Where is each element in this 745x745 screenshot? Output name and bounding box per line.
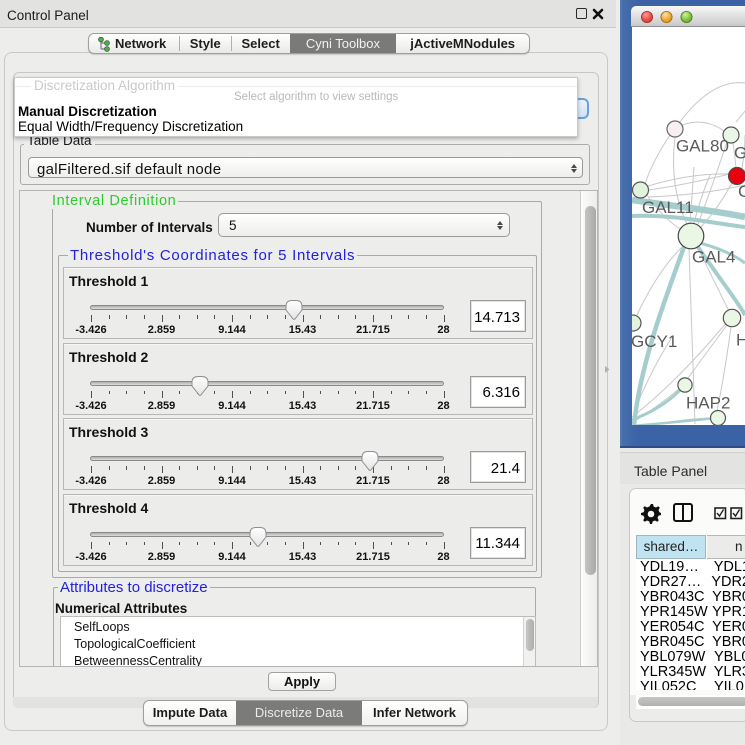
svg-text:GAL11: GAL11 xyxy=(642,198,694,217)
svg-text:GAL4: GAL4 xyxy=(692,248,735,267)
svg-text:C: C xyxy=(738,182,745,201)
svg-text:GA: GA xyxy=(734,144,745,163)
svg-text:GAL80: GAL80 xyxy=(676,137,729,156)
svg-text:GCY1: GCY1 xyxy=(632,332,677,351)
svg-text:H: H xyxy=(736,331,745,350)
svg-text:HAP2: HAP2 xyxy=(686,394,730,413)
